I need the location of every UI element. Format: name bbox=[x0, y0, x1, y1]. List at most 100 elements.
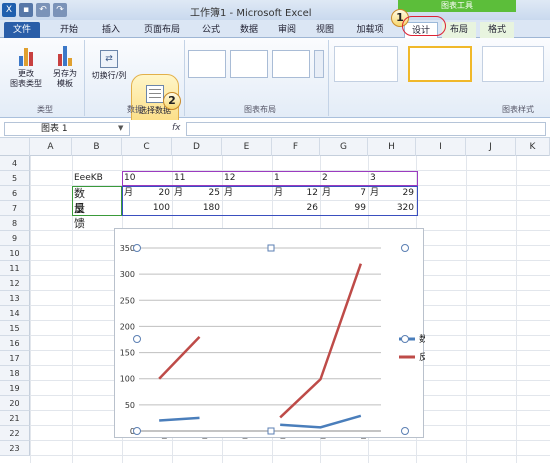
redo-icon[interactable]: ↷ bbox=[53, 3, 67, 17]
values-range-highlight bbox=[122, 186, 418, 216]
tab-formulas[interactable]: 公式 bbox=[194, 22, 228, 38]
plot-area-handle bbox=[401, 244, 409, 252]
switch-row-column-label: 切换行/列 bbox=[91, 71, 127, 80]
row-header[interactable]: 17 bbox=[0, 351, 30, 366]
chart-layout-1[interactable] bbox=[188, 50, 226, 78]
row-header[interactable]: 18 bbox=[0, 366, 30, 381]
row-header[interactable]: 16 bbox=[0, 336, 30, 351]
row-header[interactable]: 10 bbox=[0, 246, 30, 261]
chart-layout-3[interactable] bbox=[272, 50, 310, 78]
tab-addins[interactable]: 加载项 bbox=[346, 22, 394, 38]
column-header-row: A B C D E F G H I J K bbox=[0, 138, 550, 156]
tab-home[interactable]: 开始 bbox=[50, 22, 88, 38]
chart-layout-group-label: 图表布局 bbox=[244, 105, 276, 114]
tab-file[interactable]: 文件 bbox=[4, 22, 40, 38]
row-header[interactable]: 5 bbox=[0, 171, 30, 186]
column-header[interactable]: K bbox=[516, 138, 550, 156]
chart-style-1[interactable] bbox=[334, 46, 398, 82]
row-header[interactable]: 19 bbox=[0, 381, 30, 396]
save-as-template-label: 另存为 模板 bbox=[53, 69, 77, 88]
switch-row-column-button[interactable]: ⇄ 切换行/列 bbox=[88, 46, 130, 81]
row-header[interactable]: 13 bbox=[0, 291, 30, 306]
row-header[interactable]: 20 bbox=[0, 396, 30, 411]
x-tick-label: 3月 bbox=[354, 438, 367, 439]
grid-line bbox=[30, 440, 550, 441]
column-header[interactable]: A bbox=[30, 138, 72, 156]
x-tick-label: 11月 bbox=[190, 438, 208, 439]
group-separator bbox=[184, 40, 185, 116]
type-group-label: 类型 bbox=[37, 105, 53, 114]
chevron-down-icon[interactable]: ▼ bbox=[118, 124, 123, 132]
row-header[interactable]: 21 bbox=[0, 411, 30, 426]
quick-access-toolbar: X ▪ ↶ ↷ bbox=[2, 2, 67, 18]
x-tick-label: 2月 bbox=[314, 438, 327, 439]
group-separator bbox=[328, 40, 329, 116]
column-header[interactable]: G bbox=[320, 138, 368, 156]
y-tick-label: 250 bbox=[120, 296, 135, 305]
column-header[interactable]: J bbox=[466, 138, 516, 156]
chart-layout-more-button[interactable] bbox=[314, 50, 324, 78]
row-header[interactable]: 8 bbox=[0, 216, 30, 231]
column-header[interactable]: B bbox=[72, 138, 122, 156]
header-cell[interactable]: EeeKB bbox=[74, 171, 103, 186]
tab-review[interactable]: 审阅 bbox=[270, 22, 304, 38]
column-header[interactable]: F bbox=[272, 138, 320, 156]
plot-area-handle bbox=[133, 427, 141, 435]
tab-page-layout[interactable]: 页面布局 bbox=[134, 22, 190, 38]
y-tick-label: 200 bbox=[120, 322, 135, 331]
change-chart-type-label: 更改 图表类型 bbox=[10, 69, 42, 88]
x-tick-label: 10月 bbox=[150, 438, 168, 439]
chart-style-2-selected[interactable] bbox=[408, 46, 472, 82]
change-chart-type-button[interactable]: 更改 图表类型 bbox=[6, 44, 46, 89]
row-header[interactable]: 9 bbox=[0, 231, 30, 246]
chart-canvas: 05010015020025030035010月11月12月1月2月3月数量反馈 bbox=[120, 244, 437, 447]
column-header[interactable]: D bbox=[172, 138, 222, 156]
row-header[interactable]: 15 bbox=[0, 321, 30, 336]
row-header[interactable]: 6 bbox=[0, 186, 30, 201]
y-tick-label: 300 bbox=[120, 270, 135, 279]
save-icon[interactable]: ▪ bbox=[19, 3, 33, 17]
fx-icon[interactable]: fx bbox=[172, 123, 181, 133]
tab-data[interactable]: 数据 bbox=[232, 22, 266, 38]
excel-logo-icon: X bbox=[2, 3, 16, 17]
plot-area-handle bbox=[133, 335, 141, 343]
undo-icon[interactable]: ↶ bbox=[36, 3, 50, 17]
category-range-highlight bbox=[122, 171, 418, 186]
legend-label: 数量 bbox=[419, 333, 425, 345]
callout-badge-2: 2 bbox=[163, 92, 181, 110]
switch-row-column-icon: ⇄ bbox=[98, 46, 120, 68]
line-chart[interactable]: 05010015020025030035010月11月12月1月2月3月数量反馈 bbox=[114, 228, 437, 447]
y-tick-label: 100 bbox=[120, 375, 135, 384]
grid-line bbox=[30, 156, 31, 463]
row-header[interactable]: 22 bbox=[0, 426, 30, 441]
row-header[interactable]: 23 bbox=[0, 441, 30, 456]
x-tick-label: 12月 bbox=[231, 438, 249, 439]
name-box[interactable]: 图表 1 bbox=[4, 122, 130, 136]
bar-chart-icon bbox=[15, 44, 37, 66]
tab-layout[interactable]: 布局 bbox=[442, 22, 476, 38]
chart-tools-context-header: 图表工具 bbox=[398, 0, 516, 12]
column-header[interactable]: E bbox=[222, 138, 272, 156]
row-header[interactable]: 14 bbox=[0, 306, 30, 321]
column-header[interactable]: I bbox=[416, 138, 466, 156]
plot-area-handle bbox=[401, 427, 409, 435]
column-header[interactable]: H bbox=[368, 138, 416, 156]
row-header[interactable]: 7 bbox=[0, 201, 30, 216]
legend-label: 反馈 bbox=[419, 351, 425, 363]
tab-insert[interactable]: 插入 bbox=[92, 22, 130, 38]
plot-area-handle bbox=[267, 427, 275, 435]
formula-bar: 图表 1 ▼ fx bbox=[0, 120, 550, 138]
ribbon: 更改 图表类型 另存为 模板 类型 ⇄ 切换行/列 选择数据 数据 图表布局 图… bbox=[0, 38, 550, 134]
chart-layout-2[interactable] bbox=[230, 50, 268, 78]
row-header[interactable]: 11 bbox=[0, 261, 30, 276]
select-all-corner[interactable] bbox=[0, 138, 30, 156]
formula-input[interactable] bbox=[186, 122, 546, 136]
save-as-template-button[interactable]: 另存为 模板 bbox=[48, 44, 82, 89]
tab-format[interactable]: 格式 bbox=[480, 22, 514, 38]
y-tick-label: 150 bbox=[120, 349, 135, 358]
row-header[interactable]: 4 bbox=[0, 156, 30, 171]
row-header[interactable]: 12 bbox=[0, 276, 30, 291]
chart-style-3[interactable] bbox=[482, 46, 544, 82]
column-header[interactable]: C bbox=[122, 138, 172, 156]
tab-view[interactable]: 视图 bbox=[308, 22, 342, 38]
